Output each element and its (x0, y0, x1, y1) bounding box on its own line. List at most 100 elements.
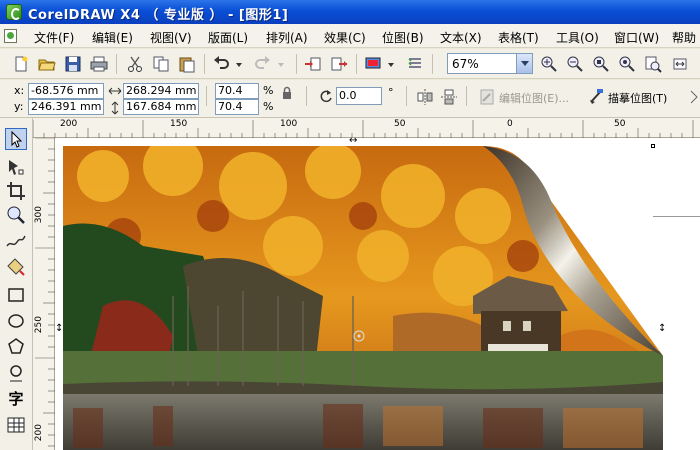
save-icon[interactable] (64, 55, 82, 73)
freehand-tool-icon[interactable] (5, 230, 27, 252)
zoom-to-all-objects-icon[interactable] (618, 55, 636, 73)
welcome-screen-icon[interactable] (406, 55, 424, 73)
scale-x-field[interactable]: 70.4 (215, 83, 259, 99)
object-height-field[interactable]: 167.684 mm (123, 99, 199, 115)
ruler-tick-label: 300 (34, 206, 44, 224)
toolbar-separator (356, 54, 357, 74)
scale-y-percent-label: % (263, 100, 274, 113)
zoom-level-select[interactable]: 67% (447, 53, 533, 74)
autumn-lake-bitmap[interactable] (63, 146, 663, 450)
redo-icon[interactable] (254, 55, 272, 73)
menu-file[interactable]: 文件(F) (34, 29, 74, 46)
new-document-icon[interactable] (12, 55, 30, 73)
vertical-ruler[interactable]: 300 250 200 (33, 137, 55, 450)
import-icon[interactable] (304, 55, 322, 73)
table-tool-icon[interactable] (5, 414, 27, 436)
menu-layout[interactable]: 版面(L) (208, 29, 248, 46)
coreldraw-app-icon[interactable] (6, 4, 22, 20)
print-icon[interactable] (90, 55, 108, 73)
document-icon[interactable] (4, 29, 17, 43)
scale-y-field[interactable]: 70.4 (215, 99, 259, 115)
application-launcher-icon[interactable] (364, 55, 382, 73)
ruler-tick-label: 50 (394, 119, 406, 129)
polygon-tool-icon[interactable] (5, 336, 27, 358)
right-selection-handle[interactable]: ↕ (658, 323, 666, 334)
menu-bitmaps[interactable]: 位图(B) (382, 29, 424, 46)
ellipse-tool-icon[interactable] (5, 310, 27, 332)
toolbar-separator (406, 86, 407, 106)
y-position-field[interactable]: 246.391 mm (28, 99, 104, 115)
ruler-tick-label: 200 (34, 424, 44, 442)
ruler-tick-label: 0 (507, 119, 513, 129)
menu-window[interactable]: 窗口(W) (614, 29, 659, 46)
undo-icon[interactable] (212, 55, 230, 73)
x-position-field[interactable]: -68.576 mm (28, 83, 104, 99)
trace-bitmap-button[interactable]: 描摹位图(T) (608, 90, 667, 106)
toolbar-separator (296, 54, 297, 74)
zoom-in-icon[interactable] (540, 55, 558, 73)
left-selection-handle[interactable]: ↕ (55, 323, 63, 334)
rotation-center-dot (357, 334, 361, 338)
top-selection-handle[interactable]: ↔ (349, 135, 357, 146)
rectangle-tool-icon[interactable] (5, 284, 27, 306)
mirror-horizontal-icon[interactable] (416, 88, 434, 106)
zoom-level-value: 67% (452, 57, 479, 71)
ruler-tick-label: 150 (170, 119, 188, 129)
launcher-dropdown-icon[interactable] (386, 55, 396, 73)
chevron-down-icon[interactable] (516, 54, 532, 73)
ruler-tick-label: 200 (60, 119, 78, 129)
page-border-line (653, 216, 700, 217)
export-icon[interactable] (330, 55, 348, 73)
shape-tool-icon[interactable] (5, 156, 27, 178)
menu-text[interactable]: 文本(X) (440, 29, 482, 46)
text-tool[interactable]: 字 (5, 388, 27, 410)
menu-bar: 文件(F) 编辑(E) 视图(V) 版面(L) 排列(A) 效果(C) 位图(B… (0, 24, 700, 48)
smart-fill-tool-icon[interactable] (5, 256, 27, 278)
vertical-ruler-ticks (35, 137, 55, 447)
menu-view[interactable]: 视图(V) (150, 29, 192, 46)
menu-tools[interactable]: 工具(O) (556, 29, 599, 46)
crop-tool-icon[interactable] (5, 180, 27, 202)
title-bar: CorelDRAW X4 （ 专业版 ） - [图形1] (0, 0, 700, 24)
house (473, 276, 568, 356)
zoom-tool-icon[interactable] (5, 204, 27, 226)
menu-help[interactable]: 帮助 (672, 29, 696, 46)
menu-table[interactable]: 表格(T) (498, 29, 539, 46)
redo-dropdown-icon[interactable] (276, 55, 286, 73)
zoom-page-width-icon[interactable] (672, 55, 690, 73)
width-icon (108, 87, 122, 95)
cut-icon[interactable] (126, 55, 144, 73)
zoom-to-page-icon[interactable] (644, 55, 662, 73)
menu-edit[interactable]: 编辑(E) (92, 29, 133, 46)
toolbar-separator (206, 86, 207, 106)
menu-arrange[interactable]: 排列(A) (266, 29, 308, 46)
photo-content (63, 146, 663, 450)
pick-tool[interactable] (5, 128, 27, 150)
menu-effects[interactable]: 效果(C) (324, 29, 366, 46)
copy-icon[interactable] (152, 55, 170, 73)
drawing-canvas[interactable]: ↔ ↕ ↕ (55, 135, 700, 450)
undo-dropdown-icon[interactable] (234, 55, 244, 73)
zoom-out-icon[interactable] (566, 55, 584, 73)
lock-ratio-icon[interactable] (281, 86, 293, 100)
x-position-label: x: (14, 84, 25, 97)
basic-shapes-tool-icon[interactable] (5, 362, 27, 384)
mirror-vertical-icon[interactable] (440, 88, 458, 106)
open-folder-icon[interactable] (38, 55, 56, 73)
object-width-field[interactable]: 268.294 mm (123, 83, 199, 99)
cursor-arrow-icon (11, 130, 23, 148)
trace-bitmap-icon (590, 89, 603, 104)
degree-label: ° (388, 86, 394, 99)
ruler-tick-label: 100 (280, 119, 298, 129)
more-options-icon[interactable] (688, 88, 700, 106)
toolbar-separator (432, 54, 433, 74)
paste-icon[interactable] (178, 55, 196, 73)
horizontal-ruler-ticks (32, 120, 694, 138)
corner-handle[interactable] (651, 144, 655, 148)
toolbar-separator (204, 54, 205, 74)
zoom-to-selected-icon[interactable] (592, 55, 610, 73)
rotation-angle-field[interactable]: 0.0 (336, 87, 382, 105)
edit-bitmap-button[interactable]: 编辑位图(E)... (499, 90, 569, 106)
toolbar-separator (116, 54, 117, 74)
horizontal-ruler[interactable]: 200 150 100 50 0 50 (32, 118, 700, 138)
